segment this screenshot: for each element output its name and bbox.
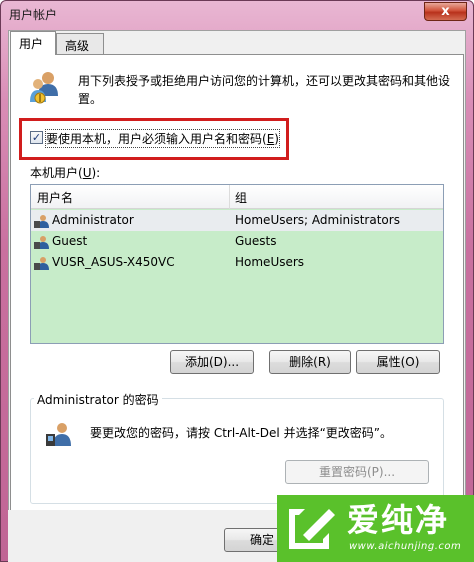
require-login-checkbox[interactable]: ✓ [30, 131, 43, 144]
row-group: Guests [235, 234, 277, 248]
add-user-button[interactable]: 添加(D)... [170, 350, 254, 374]
tab-users[interactable]: 用户 [10, 31, 56, 55]
list-header: 用户名 组 [31, 185, 443, 209]
column-username[interactable]: 用户名 [37, 189, 73, 206]
user-icon [34, 257, 49, 270]
password-instructions: 要更改您的密码，请按 Ctrl-Alt-Del 并选择“更改密码”。 [90, 426, 393, 440]
title-bar[interactable]: 用户帐户 x [1, 1, 473, 27]
tab-advanced[interactable]: 高级 [56, 33, 104, 55]
brand-logo-icon [289, 509, 335, 549]
row-username: VUSR_ASUS-X450VC [52, 255, 175, 269]
table-row[interactable]: Guest Guests [31, 231, 443, 252]
row-username: Guest [52, 234, 88, 248]
table-row[interactable]: Administrator HomeUsers; Administrators [31, 210, 443, 231]
properties-button[interactable]: 属性(O) [356, 350, 440, 374]
watermark: 爱纯净 www.aichunjing.com [277, 495, 474, 562]
intro-description: 用下列表授予或拒绝用户访问您的计算机，还可以更改其密码和其他设置。 [78, 74, 451, 106]
reset-password-button[interactable]: 重置密码(P)... [285, 460, 429, 484]
column-group[interactable]: 组 [235, 189, 247, 206]
row-group: HomeUsers; Administrators [235, 213, 400, 227]
local-users-label: 本机用户(U): [30, 166, 101, 180]
row-group: HomeUsers [235, 255, 305, 269]
user-key-icon [46, 423, 71, 446]
window-title: 用户帐户 [9, 8, 58, 22]
user-icon [34, 215, 49, 228]
password-group-title: Administrator 的密码 [34, 391, 162, 408]
table-row[interactable]: VUSR_ASUS-X450VC HomeUsers [31, 252, 443, 273]
brand-url: www.aichunjing.com [349, 541, 462, 552]
users-icon [30, 72, 58, 104]
delete-user-button[interactable]: 删除(R) [269, 350, 351, 374]
row-username: Administrator [52, 213, 134, 227]
close-button[interactable]: x [424, 2, 467, 21]
user-icon [34, 236, 49, 249]
brand-name: 爱纯净 [347, 501, 450, 539]
column-separator[interactable] [229, 185, 230, 209]
users-list[interactable]: 用户名 组 Administrator HomeUsers; Administr… [30, 184, 444, 344]
require-login-label[interactable]: 要使用本机，用户必须输入用户名和密码(E) [45, 129, 280, 148]
password-groupbox [30, 398, 444, 504]
